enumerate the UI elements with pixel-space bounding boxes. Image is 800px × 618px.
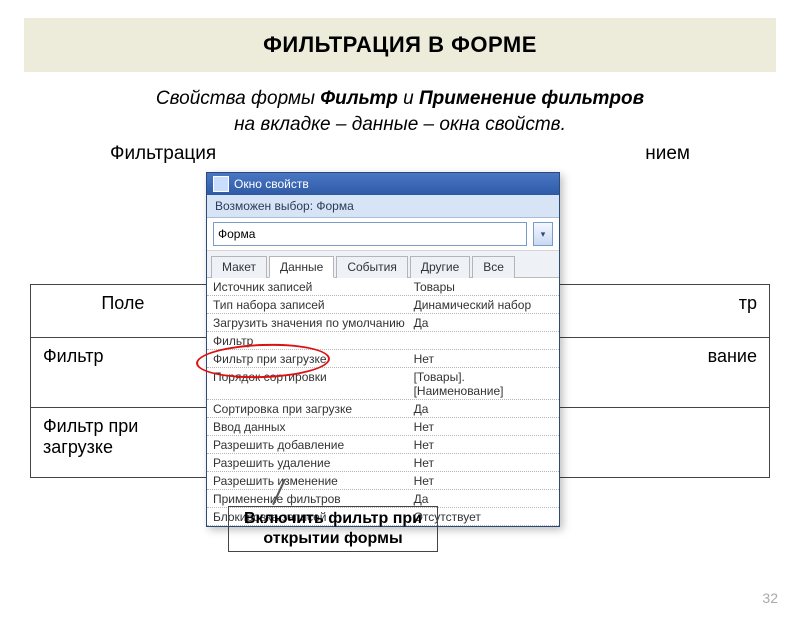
property-row[interactable]: Тип набора записейДинамический набор bbox=[207, 296, 559, 314]
intro-line3-left: Фильтрация bbox=[110, 143, 216, 165]
property-name: Ввод данных bbox=[213, 420, 414, 434]
tab-bar: Макет Данные События Другие Все bbox=[207, 251, 559, 278]
intro-line3: Фильтрация нием bbox=[30, 143, 770, 165]
property-name: Загрузить значения по умолчанию bbox=[213, 316, 414, 330]
bg-r2c1: Фильтр при загрузке bbox=[31, 408, 216, 478]
properties-window: Окно свойств Возможен выбор: Форма ▾ Мак… bbox=[206, 172, 560, 527]
property-row[interactable]: Фильтр bbox=[207, 332, 559, 350]
property-name: Источник записей bbox=[213, 280, 414, 294]
bg-th-1: Поле bbox=[31, 285, 216, 338]
window-title: Окно свойств bbox=[234, 177, 309, 191]
intro-text-1: Свойства формы bbox=[156, 88, 320, 109]
property-value[interactable]: Нет bbox=[414, 438, 553, 452]
property-name: Применение фильтров bbox=[213, 492, 414, 506]
property-name: Порядок сортировки bbox=[213, 370, 414, 398]
property-name: Разрешить добавление bbox=[213, 438, 414, 452]
tab-layout[interactable]: Макет bbox=[211, 256, 267, 278]
property-value[interactable]: Да bbox=[414, 492, 553, 506]
bg-r1c2-text: вание bbox=[708, 346, 757, 366]
property-name: Сортировка при загрузке bbox=[213, 402, 414, 416]
title-bar: ФИЛЬТРАЦИЯ В ФОРМЕ bbox=[24, 18, 776, 72]
intro-line2: на вкладке – данные – окна свойств. bbox=[234, 114, 566, 135]
property-row[interactable]: Загрузить значения по умолчаниюДа bbox=[207, 314, 559, 332]
tab-events[interactable]: События bbox=[336, 256, 408, 278]
bg-th-2-text: тр bbox=[739, 293, 757, 313]
intro-text-2: и bbox=[398, 88, 419, 109]
property-value[interactable]: Да bbox=[414, 402, 553, 416]
property-value[interactable]: Нет bbox=[414, 352, 553, 366]
slide-title: ФИЛЬТРАЦИЯ В ФОРМЕ bbox=[263, 32, 537, 57]
intro-bold-1: Фильтр bbox=[320, 88, 398, 109]
property-row[interactable]: Фильтр при загрузкеНет bbox=[207, 350, 559, 368]
property-name: Фильтр bbox=[213, 334, 414, 348]
property-name: Разрешить удаление bbox=[213, 456, 414, 470]
property-grid: Источник записейТоварыТип набора записей… bbox=[207, 278, 559, 526]
tab-other[interactable]: Другие bbox=[410, 256, 470, 278]
property-value[interactable]: Нет bbox=[414, 420, 553, 434]
intro-bold-2: Применение фильтров bbox=[419, 88, 644, 109]
object-selector-row: ▾ bbox=[207, 218, 559, 251]
tab-all[interactable]: Все bbox=[472, 256, 515, 278]
callout-box: Включить фильтр при открытии формы bbox=[228, 506, 438, 552]
object-selector-dropdown[interactable]: ▾ bbox=[533, 222, 553, 246]
property-value[interactable]: Динамический набор bbox=[414, 298, 553, 312]
property-row[interactable]: Разрешить удалениеНет bbox=[207, 454, 559, 472]
selection-type-label: Возможен выбор: Форма bbox=[207, 195, 559, 218]
property-value[interactable]: Товары bbox=[414, 280, 553, 294]
property-value[interactable]: Да bbox=[414, 316, 553, 330]
property-value[interactable] bbox=[414, 334, 553, 348]
tab-data[interactable]: Данные bbox=[269, 256, 334, 278]
intro-text: Свойства формы Фильтр и Применение фильт… bbox=[30, 86, 770, 137]
property-value[interactable]: Нет bbox=[414, 474, 553, 488]
property-row[interactable]: Источник записейТовары bbox=[207, 278, 559, 296]
intro-line3-right: нием bbox=[645, 143, 690, 165]
property-row[interactable]: Разрешить добавлениеНет bbox=[207, 436, 559, 454]
property-value[interactable]: Нет bbox=[414, 456, 553, 470]
object-selector-input[interactable] bbox=[213, 222, 527, 246]
property-row[interactable]: Ввод данныхНет bbox=[207, 418, 559, 436]
bg-r1c1: Фильтр bbox=[31, 338, 216, 408]
property-name: Фильтр при загрузке bbox=[213, 352, 414, 366]
property-name: Тип набора записей bbox=[213, 298, 414, 312]
window-icon bbox=[213, 176, 229, 192]
page-number: 32 bbox=[762, 590, 778, 606]
property-row[interactable]: Разрешить изменениеНет bbox=[207, 472, 559, 490]
property-row[interactable]: Порядок сортировки[Товары].[Наименование… bbox=[207, 368, 559, 400]
property-value[interactable]: [Товары].[Наименование] bbox=[414, 370, 553, 398]
window-titlebar[interactable]: Окно свойств bbox=[207, 173, 559, 195]
property-name: Разрешить изменение bbox=[213, 474, 414, 488]
property-row[interactable]: Сортировка при загрузкеДа bbox=[207, 400, 559, 418]
